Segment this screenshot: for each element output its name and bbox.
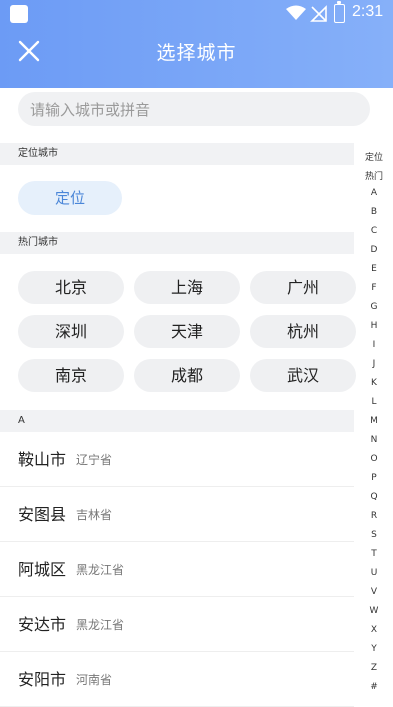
city-row[interactable]: 安达市 黑龙江省: [0, 597, 354, 652]
city-name: 安阳市: [18, 670, 67, 689]
status-time: 2:31: [352, 3, 384, 20]
hot-city-chip[interactable]: 广州: [250, 271, 356, 304]
hot-city-chip[interactable]: 南京: [18, 359, 124, 392]
city-row[interactable]: 阿城区 黑龙江省: [0, 542, 354, 597]
index-item[interactable]: 定位: [360, 150, 388, 163]
index-item[interactable]: S: [360, 530, 388, 540]
section-header-locate: 定位城市: [0, 143, 354, 165]
hot-city-chip[interactable]: 武汉: [250, 359, 356, 392]
index-item[interactable]: D: [360, 245, 388, 255]
notification-icon: [10, 5, 28, 23]
search-box[interactable]: [18, 92, 370, 128]
index-item[interactable]: M: [360, 416, 388, 426]
city-province: 吉林省: [76, 508, 113, 522]
search-input[interactable]: [28, 92, 362, 128]
city-row[interactable]: 安图县 吉林省: [0, 487, 354, 542]
locate-button[interactable]: 定位: [18, 181, 122, 215]
index-item[interactable]: #: [360, 682, 388, 692]
index-item[interactable]: X: [360, 625, 388, 635]
index-item[interactable]: W: [360, 606, 388, 616]
city-name: 安图县: [18, 505, 67, 524]
index-item[interactable]: V: [360, 587, 388, 597]
city-province: 河南省: [76, 673, 113, 687]
index-item[interactable]: C: [360, 226, 388, 236]
index-item[interactable]: F: [360, 283, 388, 293]
city-row[interactable]: 安阳市 河南省: [0, 652, 354, 707]
wifi-icon: [286, 5, 306, 20]
hot-city-chip[interactable]: 成都: [134, 359, 240, 392]
index-item[interactable]: R: [360, 511, 388, 521]
index-item[interactable]: 热门: [360, 169, 388, 182]
city-name: 鞍山市: [18, 450, 67, 469]
index-item[interactable]: O: [360, 454, 388, 464]
city-province: 辽宁省: [76, 453, 113, 467]
index-item[interactable]: J: [360, 359, 388, 369]
section-header-a: A: [0, 410, 354, 432]
no-signal-icon: [310, 5, 327, 22]
city-name: 阿城区: [18, 560, 67, 579]
city-province: 黑龙江省: [76, 563, 125, 577]
hot-city-chip[interactable]: 天津: [134, 315, 240, 348]
index-item[interactable]: H: [360, 321, 388, 331]
page-title: 选择城市: [156, 42, 237, 64]
index-item[interactable]: K: [360, 378, 388, 388]
index-item[interactable]: U: [360, 568, 388, 578]
index-item[interactable]: Q: [360, 492, 388, 502]
section-header-hot: 热门城市: [0, 232, 354, 254]
index-item[interactable]: E: [360, 264, 388, 274]
hot-city-chip[interactable]: 上海: [134, 271, 240, 304]
hot-city-chip[interactable]: 北京: [18, 271, 124, 304]
index-item[interactable]: A: [360, 188, 388, 198]
city-name: 安达市: [18, 615, 67, 634]
index-item[interactable]: N: [360, 435, 388, 445]
index-item[interactable]: G: [360, 302, 388, 312]
index-item[interactable]: T: [360, 549, 388, 559]
index-item[interactable]: B: [360, 207, 388, 217]
battery-charging-icon: [334, 1, 345, 23]
index-item[interactable]: L: [360, 397, 388, 407]
hot-city-chip[interactable]: 深圳: [18, 315, 124, 348]
index-item[interactable]: Y: [360, 644, 388, 654]
city-row[interactable]: 鞍山市 辽宁省: [0, 432, 354, 487]
app-header: 2:31 选择城市: [0, 0, 393, 88]
index-item[interactable]: Z: [360, 663, 388, 673]
index-item[interactable]: I: [360, 340, 388, 350]
city-province: 黑龙江省: [76, 618, 125, 632]
index-item[interactable]: P: [360, 473, 388, 483]
hot-city-chip[interactable]: 杭州: [250, 315, 356, 348]
status-bar: 2:31: [0, 0, 393, 28]
